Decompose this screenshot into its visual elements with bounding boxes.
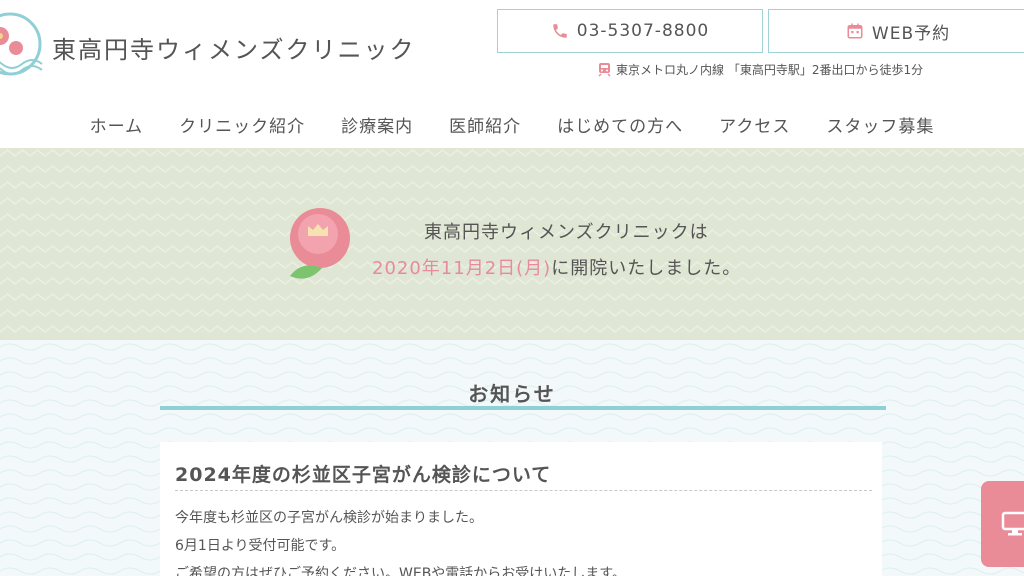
phone-icon: [553, 24, 567, 38]
web-reservation-button[interactable]: WEB予約: [768, 9, 1024, 53]
news-post-divider: [175, 490, 872, 491]
web-reservation-label: WEB予約: [871, 23, 951, 44]
news-post: 2024年度の杉並区子宮がん検診について 今年度も杉並区の子宮がん検診が始まりま…: [160, 442, 882, 576]
site-title[interactable]: 東高円寺ウィメンズクリニック: [52, 30, 416, 65]
access-info: 東京メトロ丸ノ内線 「東高円寺駅」2番出口から徒歩1分: [598, 61, 923, 78]
news-post-title[interactable]: 2024年度の杉並区子宮がん検診について: [175, 460, 551, 487]
hero-background-pattern: [0, 148, 1024, 340]
nav-item-doctor[interactable]: 医師紹介: [431, 112, 539, 137]
news-section: お知らせ 2024年度の杉並区子宮がん検診について 今年度も杉並区の子宮がん検診…: [0, 340, 1024, 576]
news-post-line: ご希望の方はぜひご予約ください。WEBや電話からお受けいたします。: [175, 566, 626, 576]
hero-banner: 東高円寺ウィメンズクリニックは 2020年11月2日(月)に開院いたしました。: [0, 148, 1024, 340]
monitor-icon: [1001, 511, 1024, 536]
floating-reservation-button[interactable]: [981, 481, 1024, 567]
hero-headline: 東高円寺ウィメンズクリニックは: [424, 222, 709, 243]
camellia-icon: [290, 208, 350, 279]
nav-item-clinic[interactable]: クリニック紹介: [161, 112, 323, 137]
calendar-icon: [847, 23, 863, 39]
nav-item-home[interactable]: ホーム: [72, 112, 162, 137]
phone-number: 03-5307-8800: [576, 21, 710, 41]
access-text: 東京メトロ丸ノ内線 「東高円寺駅」2番出口から徒歩1分: [616, 63, 924, 77]
global-nav: ホーム クリニック紹介 診療案内 医師紹介 はじめての方へ アクセス スタッフ募…: [0, 112, 1024, 137]
hero-subline-text: に開院いたしました。: [551, 258, 742, 279]
news-post-body: 今年度も杉並区の子宮がん検診が始まりました。 6月1日より受付可能です。 ご希望…: [175, 504, 626, 576]
nav-item-first-visit[interactable]: はじめての方へ: [539, 112, 701, 137]
news-post-line: 6月1日より受付可能です。: [175, 538, 346, 554]
nav-item-access[interactable]: アクセス: [701, 112, 808, 137]
news-post-line: 今年度も杉並区の子宮がん検診が始まりました。: [175, 510, 483, 526]
phone-button[interactable]: 03-5307-8800: [497, 9, 763, 53]
news-heading: お知らせ: [468, 382, 556, 406]
site-header: 東高円寺ウィメンズクリニック 03-5307-8800 WEB予約 東京メトロ丸…: [0, 0, 1024, 148]
opening-date: 2020年11月2日(月): [372, 258, 552, 279]
hero-subline: 2020年11月2日(月)に開院いたしました。: [372, 254, 741, 280]
logo-icon[interactable]: [0, 10, 44, 80]
train-icon: [598, 63, 611, 77]
nav-item-medical[interactable]: 診療案内: [323, 112, 431, 137]
nav-item-recruit[interactable]: スタッフ募集: [808, 112, 952, 137]
news-heading-underline: [160, 406, 886, 410]
